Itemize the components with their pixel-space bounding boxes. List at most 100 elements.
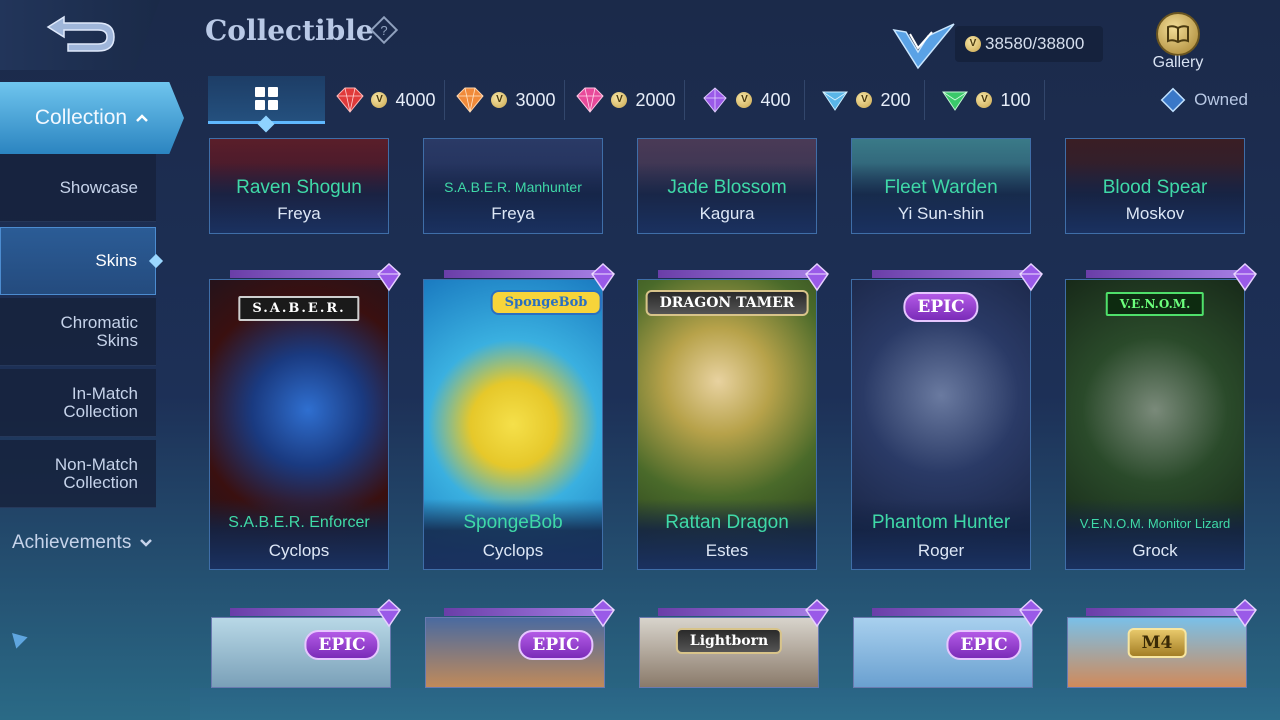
purple-gem-icon	[377, 598, 401, 628]
hero-name: Kagura	[699, 204, 755, 223]
tab-tier-400[interactable]: V 400	[685, 80, 805, 120]
coin-icon: V	[976, 92, 993, 108]
coin-icon: V	[491, 92, 508, 108]
skin-name: V.E.N.O.M. Monitor Lizard	[1079, 516, 1231, 531]
sidebar-collection[interactable]: Collection	[0, 82, 184, 154]
skin-name: Raven Shogun	[236, 177, 362, 198]
skin-name: Fleet Warden	[884, 177, 998, 198]
filter-tabs: V 4000 V 3000 V 2000 V 400 V 200 V 100 Owned	[208, 76, 1280, 124]
red-gem-icon	[336, 87, 365, 113]
skin-card[interactable]: Jade Blossom Kagura	[637, 138, 817, 234]
tab-tier-200[interactable]: V 200	[805, 80, 925, 120]
green-gem-icon	[942, 91, 969, 111]
owned-checkbox-icon	[1160, 87, 1186, 113]
hero-name: Grock	[1132, 541, 1178, 560]
skin-card[interactable]: Lightborn	[639, 617, 819, 688]
points-value: 38580/38800	[985, 34, 1085, 53]
skin-rarity-badge: EPIC	[903, 292, 979, 322]
skin-card[interactable]: EPIC	[425, 617, 605, 688]
skin-rarity-badge: EPIC	[304, 630, 380, 660]
skin-series-badge: SpongeBob	[490, 290, 602, 315]
skin-series-badge: S.A.B.E.R.	[238, 296, 360, 321]
blue-gem-icon	[822, 91, 849, 111]
skin-name: Phantom Hunter	[871, 512, 1011, 533]
hero-name: Yi Sun-shin	[897, 204, 985, 223]
skin-card[interactable]: DRAGON TAMER Rattan Dragon Estes	[637, 279, 817, 570]
hero-name: Freya	[277, 204, 321, 223]
sidebar-item-label: Non-Match	[54, 454, 138, 474]
sidebar-item-label: Skins	[95, 251, 137, 270]
hero-name: Freya	[491, 204, 535, 223]
owned-filter[interactable]: Owned	[1160, 87, 1248, 113]
tab-tier-2000[interactable]: V 2000	[565, 80, 685, 120]
sidebar-item-skins[interactable]: Skins	[0, 227, 164, 295]
purple-gem-icon	[805, 262, 829, 292]
back-button[interactable]	[0, 0, 160, 70]
hero-name: Cyclops	[482, 541, 544, 560]
skin-name: S.A.B.E.R. Enforcer	[228, 514, 370, 531]
book-icon	[1156, 12, 1200, 56]
gallery-label: Gallery	[1152, 54, 1204, 71]
svg-text:?: ?	[380, 23, 387, 38]
tab-value: 2000	[635, 89, 676, 110]
skin-card[interactable]: EPIC Phantom Hunter Roger	[851, 279, 1031, 570]
skin-card[interactable]: S.A.B.E.R. Manhunter Freya	[423, 138, 603, 234]
coin-icon: V	[611, 92, 628, 108]
purple-gem-icon	[591, 262, 615, 292]
tab-value: 400	[760, 89, 791, 110]
owned-label: Owned	[1194, 90, 1248, 109]
collapse-arrow-icon[interactable]	[6, 627, 28, 649]
tab-all[interactable]	[208, 76, 325, 124]
tab-tier-4000[interactable]: V 4000	[325, 80, 445, 120]
achievements-label: Achievements	[12, 532, 132, 553]
skin-name: SpongeBob	[463, 512, 563, 533]
coin-icon: V	[736, 92, 753, 108]
tab-tier-3000[interactable]: V 3000	[445, 80, 565, 120]
skin-name: Jade Blossom	[667, 177, 787, 198]
purple-gem-icon	[591, 598, 615, 628]
skin-card[interactable]: Raven Shogun Freya	[209, 138, 389, 234]
skin-card[interactable]: Blood Spear Moskov	[1065, 138, 1245, 234]
back-arrow-icon	[46, 15, 115, 52]
hero-name: Estes	[705, 541, 749, 560]
skin-card[interactable]: EPIC	[853, 617, 1033, 688]
skin-series-badge: M4	[1127, 628, 1187, 658]
coin-icon: V	[856, 92, 873, 108]
grid-icon	[255, 87, 278, 110]
gallery-button[interactable]: Gallery	[1140, 12, 1216, 72]
purple-gem-icon	[805, 598, 829, 628]
skin-card[interactable]: SpongeBob SpongeBob Cyclops	[423, 279, 603, 570]
chevron-up-icon	[136, 114, 148, 122]
sidebar-item-label: In-Match	[71, 383, 138, 403]
skin-name: Rattan Dragon	[665, 512, 789, 533]
sidebar-achievements[interactable]: Achievements	[12, 532, 153, 554]
sidebar-item-non-match-collection[interactable]: Non-Match Collection	[0, 440, 156, 508]
hero-name: Roger	[917, 541, 965, 560]
hero-name: Cyclops	[268, 541, 330, 560]
help-icon[interactable]: ?	[370, 16, 398, 44]
sidebar-item-label: Skins	[96, 330, 138, 350]
tab-value: 4000	[395, 89, 436, 110]
tab-value: 200	[880, 89, 911, 110]
collector-rank-icon	[892, 23, 955, 70]
sidebar-item-label: Showcase	[59, 177, 138, 197]
selected-indicator-icon	[148, 253, 164, 269]
sidebar-item-label: Chromatic	[60, 312, 138, 332]
sidebar-item-label: Collection	[63, 401, 138, 421]
purple-gem-icon	[1233, 262, 1257, 292]
sidebar-item-in-match-collection[interactable]: In-Match Collection	[0, 369, 156, 437]
tab-value: 3000	[515, 89, 556, 110]
skin-card[interactable]: Fleet Warden Yi Sun-shin	[851, 138, 1031, 234]
sidebar-collection-label: Collection	[34, 106, 128, 129]
skin-card[interactable]: S.A.B.E.R. S.A.B.E.R. Enforcer Cyclops	[209, 279, 389, 570]
sidebar-item-showcase[interactable]: Showcase	[0, 154, 156, 222]
skin-rarity-badge: EPIC	[518, 630, 594, 660]
chevron-down-icon	[140, 539, 153, 547]
purple-gem-icon	[1019, 598, 1043, 628]
sidebar-item-chromatic-skins[interactable]: Chromatic Skins	[0, 298, 156, 366]
tab-tier-100[interactable]: V 100	[925, 80, 1045, 120]
skin-card[interactable]: M4	[1067, 617, 1247, 688]
skin-card[interactable]: V.E.N.O.M. V.E.N.O.M. Monitor Lizard Gro…	[1065, 279, 1245, 570]
purple-gem-icon	[377, 262, 401, 292]
skin-card[interactable]: EPIC	[211, 617, 391, 688]
